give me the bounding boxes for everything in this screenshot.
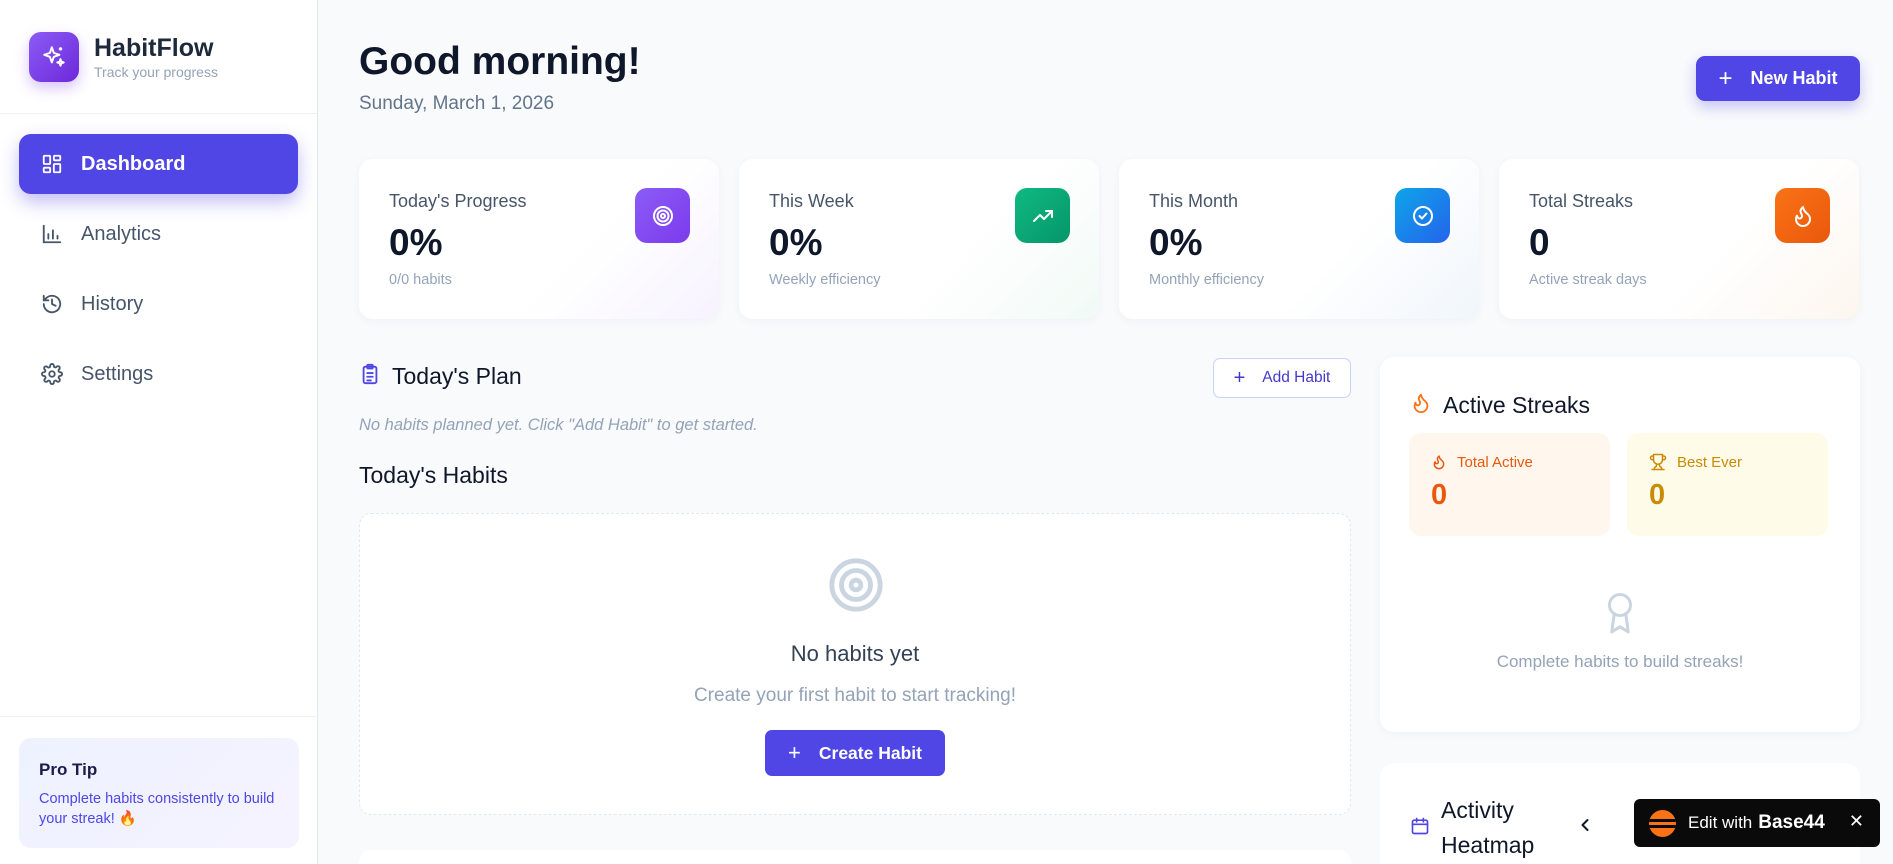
sparkles-icon — [29, 31, 79, 82]
active-streaks-title: Active Streaks — [1443, 392, 1590, 418]
calendar-icon — [1410, 815, 1430, 842]
page-title: Good morning! — [359, 40, 641, 83]
stat-sub: Weekly efficiency — [769, 272, 881, 288]
award-icon — [1602, 589, 1638, 644]
create-habit-button[interactable]: + Create Habit — [765, 730, 945, 776]
activity-heatmap-header: Activity Heatmap — [1410, 793, 1561, 863]
stat-sub: Active streak days — [1529, 272, 1647, 288]
badge-text: Edit with — [1688, 813, 1753, 832]
trending-up-icon — [1015, 188, 1070, 243]
sidebar-footer: Pro Tip Complete habits consistently to … — [0, 716, 318, 864]
best-ever-label: Best Ever — [1677, 453, 1743, 471]
chevron-left-icon[interactable] — [1575, 815, 1595, 840]
edit-with-base44-badge[interactable]: Edit with Base44 ✕ — [1634, 799, 1880, 847]
sidebar-item-analytics[interactable]: Analytics — [19, 204, 298, 264]
pro-tip-text: Complete habits consistently to build yo… — [39, 791, 275, 827]
target-icon — [635, 188, 690, 243]
dashboard-icon — [40, 152, 64, 176]
flame-icon — [1410, 391, 1432, 420]
sidebar: HabitFlow Track your progress Dashboard … — [0, 0, 318, 864]
brand-name: HabitFlow — [94, 33, 214, 62]
add-habit-button[interactable]: + Add Habit — [1213, 358, 1351, 398]
add-habit-label: Add Habit — [1262, 369, 1331, 386]
check-circle-icon — [1395, 188, 1450, 243]
total-active-card: Total Active 0 — [1409, 433, 1610, 536]
stat-card-today-progress: Today's Progress 0% 0/0 habits — [359, 159, 719, 319]
gear-icon — [40, 362, 64, 386]
sidebar-item-label: Dashboard — [81, 152, 186, 175]
sidebar-item-settings[interactable]: Settings — [19, 344, 298, 404]
todays-plan-header: Today's Plan — [359, 362, 522, 391]
flame-icon — [1431, 453, 1447, 471]
streaks-empty-message: Complete habits to build streaks! — [1496, 652, 1744, 671]
empty-subtitle: Create your first habit to start trackin… — [693, 685, 1017, 706]
active-streaks-header: Active Streaks — [1410, 391, 1590, 420]
brand-subtitle: Track your progress — [94, 63, 218, 80]
clipboard-icon — [359, 362, 381, 391]
history-icon — [40, 292, 64, 316]
new-habit-label: New Habit — [1750, 68, 1838, 88]
pro-tip-title: Pro Tip — [39, 760, 98, 779]
best-ever-card: Best Ever 0 — [1627, 433, 1828, 536]
current-date: Sunday, March 1, 2026 — [359, 93, 555, 114]
plus-icon: + — [1233, 366, 1246, 389]
sidebar-item-history[interactable]: History — [19, 274, 298, 334]
flame-icon — [1775, 188, 1830, 243]
trophy-icon — [1649, 453, 1667, 471]
target-icon — [827, 556, 885, 619]
stat-sub: 0/0 habits — [389, 272, 452, 288]
stat-card-this-week: This Week 0% Weekly efficiency — [739, 159, 1099, 319]
sidebar-item-label: Settings — [81, 362, 154, 385]
badge-brand: Base44 — [1758, 812, 1825, 833]
main-content: Good morning! Sunday, March 1, 2026 + Ne… — [319, 0, 1893, 864]
base44-logo-icon — [1649, 809, 1676, 837]
bottom-card — [359, 850, 1351, 864]
sidebar-nav: Dashboard Analytics History Settings — [0, 114, 317, 434]
brand[interactable]: HabitFlow Track your progress — [0, 0, 317, 114]
stat-card-this-month: This Month 0% Monthly efficiency — [1119, 159, 1479, 319]
pro-tip-card: Pro Tip Complete habits consistently to … — [19, 738, 299, 848]
todays-plan-title: Today's Plan — [392, 363, 522, 389]
stat-sub: Monthly efficiency — [1149, 272, 1264, 288]
sidebar-item-label: Analytics — [81, 222, 162, 245]
sidebar-item-label: History — [81, 292, 144, 315]
sidebar-item-dashboard[interactable]: Dashboard — [19, 134, 298, 194]
active-streaks-card: Active Streaks Total Active 0 Best Ever … — [1380, 357, 1860, 732]
plan-empty-message: No habits planned yet. Click "Add Habit"… — [359, 416, 758, 434]
new-habit-button[interactable]: + New Habit — [1696, 56, 1860, 101]
todays-habits-title: Today's Habits — [359, 462, 508, 488]
plus-icon: + — [1718, 64, 1733, 92]
bar-chart-icon — [40, 222, 64, 246]
close-icon[interactable]: ✕ — [1849, 811, 1864, 832]
plus-icon: + — [788, 740, 801, 765]
total-active-value: 0 — [1431, 479, 1448, 511]
total-active-label: Total Active — [1457, 453, 1533, 471]
create-habit-label: Create Habit — [818, 742, 922, 763]
stat-card-total-streaks: Total Streaks 0 Active streak days — [1499, 159, 1859, 319]
empty-title: No habits yet — [790, 641, 920, 666]
habits-empty-state: No habits yet Create your first habit to… — [359, 513, 1351, 815]
activity-heatmap-title: Activity Heatmap — [1441, 797, 1535, 858]
best-ever-value: 0 — [1649, 479, 1666, 511]
